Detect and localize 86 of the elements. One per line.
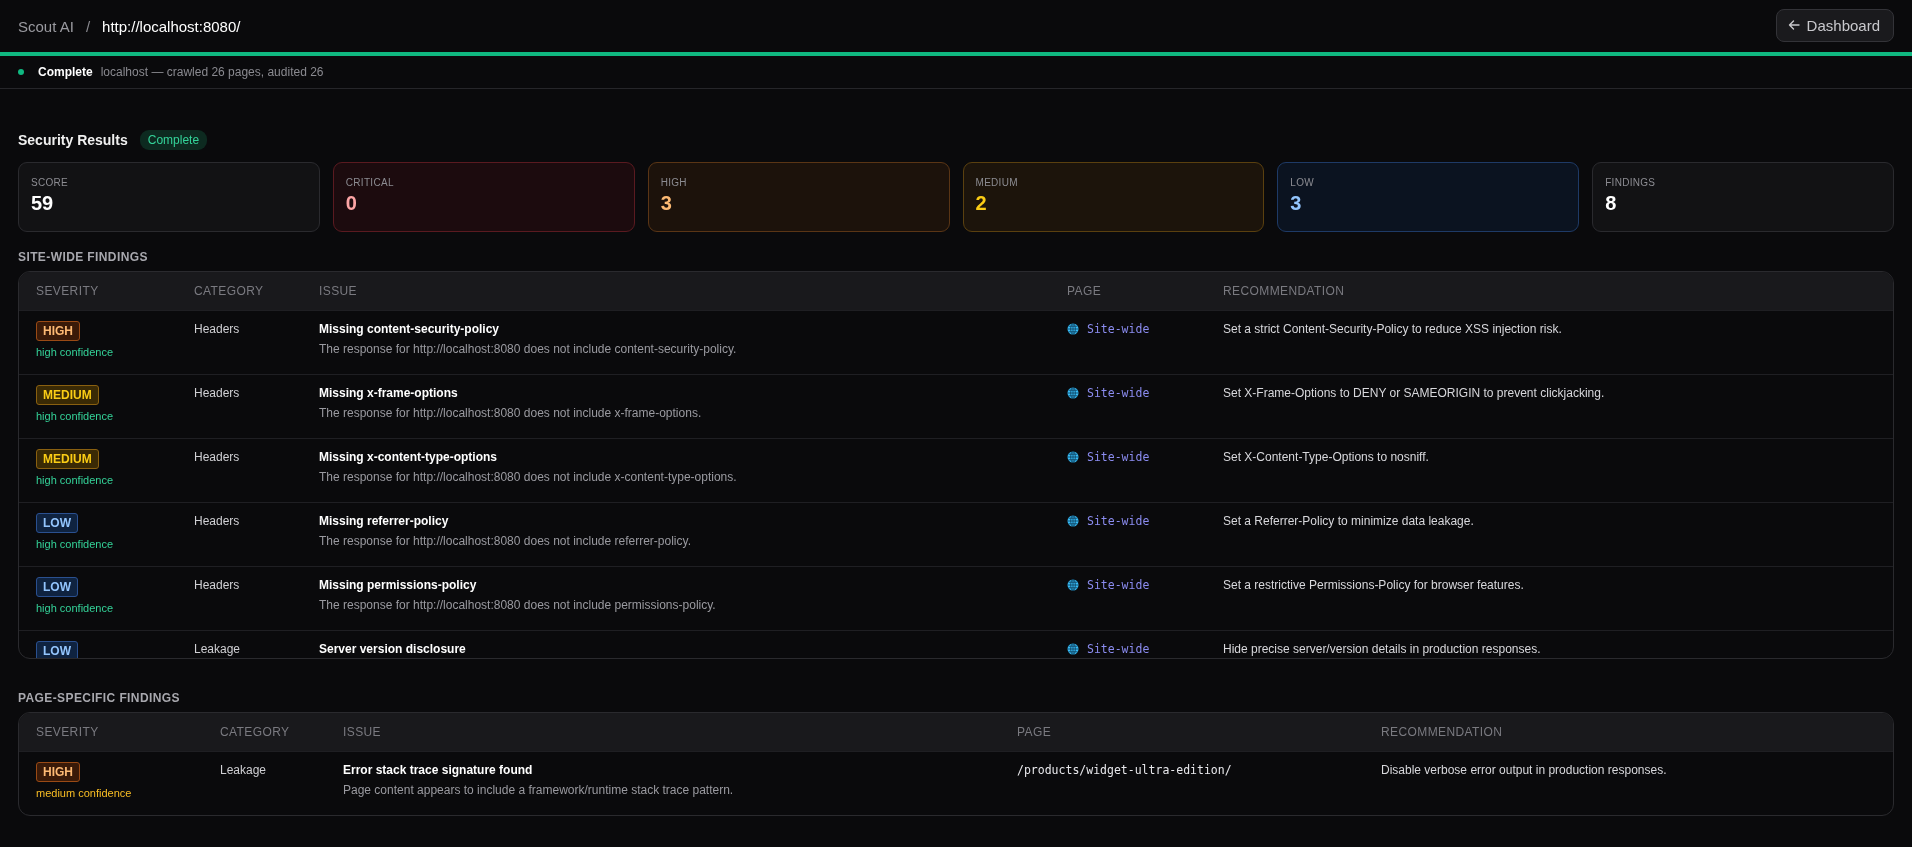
column-header: CATEGORY (194, 284, 265, 298)
stat-label: SCORE (31, 177, 70, 188)
category-text: Headers (194, 449, 241, 466)
issue-description: The response for http://localhost:8080 does not include x-frame-options. (319, 406, 703, 420)
recommendation-text: Set X-Frame-Options to DENY or SAMEORIGIN to prevent clickjacking. (1223, 385, 1606, 402)
page-link[interactable]: Site-wide (1087, 450, 1150, 464)
column-header: PAGE (1017, 725, 1053, 739)
globe-icon (1067, 451, 1079, 463)
column-header: SEVERITY (36, 725, 100, 739)
severity-badge: MEDIUM (36, 385, 99, 405)
confidence-label: high confidence (36, 346, 114, 358)
globe-icon (1067, 387, 1079, 399)
dashboard-button[interactable]: Dashboard (1775, 8, 1894, 42)
column-header: RECOMMENDATION (1223, 284, 1346, 298)
page-path: /products/widget-ultra-edition/ (1017, 763, 1232, 777)
stat-label: MEDIUM (975, 177, 1019, 188)
issue-title: Missing referrer-policy (319, 514, 450, 528)
recommendation-text: Hide precise server/version details in production responses. (1223, 641, 1542, 658)
category-text: Leakage (220, 762, 268, 779)
issue-title: Error stack trace signature found (343, 763, 534, 777)
recommendation-text: Set X-Content-Type-Options to nosniff. (1223, 449, 1430, 466)
issue-description: The response for http://localhost:8080 does not include permissions-policy. (319, 598, 717, 612)
section-title: Security Results (18, 132, 128, 148)
issue-title: Missing permissions-policy (319, 578, 478, 592)
severity-badge: LOW (36, 513, 78, 533)
app-name[interactable]: Scout AI (18, 17, 74, 35)
issue-title: Missing x-content-type-options (319, 450, 498, 464)
recommendation-text: Set a strict Content-Security-Policy to reduce XSS injection risk. (1223, 321, 1563, 338)
confidence-label: high confidence (36, 602, 114, 614)
column-header: CATEGORY (220, 725, 291, 739)
page-link[interactable]: Site-wide (1087, 514, 1150, 528)
stat-label: HIGH (660, 177, 688, 188)
issue-title: Server version disclosure (319, 642, 467, 656)
confidence-label: high confidence (36, 538, 114, 550)
category-text: Headers (194, 321, 241, 338)
section-heading: SITE-WIDE FINDINGS (18, 250, 149, 264)
confidence-label: high confidence (36, 410, 114, 422)
stat-label: LOW (1290, 177, 1315, 188)
issue-description: The response for http://localhost:8080 does not include referrer-policy. (319, 534, 692, 548)
globe-icon (1067, 643, 1079, 655)
column-header: ISSUE (343, 725, 382, 739)
category-text: Headers (194, 577, 241, 594)
stat-label: CRITICAL (345, 177, 395, 188)
issue-description: The response for http://localhost:8080 does not include x-content-type-options. (319, 470, 738, 484)
stat-value: 0 (345, 192, 358, 215)
category-text: Headers (194, 513, 241, 530)
status-badge: Complete (139, 130, 208, 150)
back-arrow-icon (1787, 19, 1800, 31)
recommendation-text: Disable verbose error output in production responses. (1381, 762, 1668, 779)
confidence-label: high confidence (36, 474, 114, 486)
stat-label: FINDINGS (1605, 177, 1657, 188)
confidence-label: medium confidence (36, 787, 132, 799)
page-link[interactable]: Site-wide (1087, 386, 1150, 400)
severity-badge: MEDIUM (36, 449, 99, 469)
stat-value: 59 (31, 192, 55, 215)
page-link[interactable]: Site-wide (1087, 578, 1150, 592)
site-url: http://localhost:8080/ (102, 17, 241, 35)
column-header: SEVERITY (36, 284, 100, 298)
page-link[interactable]: Site-wide (1087, 642, 1150, 656)
issue-title: Missing x-frame-options (319, 386, 459, 400)
issue-title: Missing content-security-policy (319, 322, 501, 336)
stat-value: 2 (975, 192, 988, 215)
severity-badge: LOW (36, 577, 78, 597)
stat-value: 3 (1290, 192, 1303, 215)
severity-badge: HIGH (36, 321, 80, 341)
severity-badge: LOW (36, 641, 78, 658)
status-detail: localhost — crawled 26 pages, audited 26 (100, 65, 324, 79)
page-link[interactable]: Site-wide (1087, 322, 1150, 336)
column-header: RECOMMENDATION (1381, 725, 1504, 739)
breadcrumb-separator: / (85, 17, 91, 35)
column-header: PAGE (1067, 284, 1103, 298)
issue-description: Page content appears to include a framework/runtime stack trace pattern. (343, 783, 735, 797)
stat-value: 3 (660, 192, 673, 215)
recommendation-text: Set a restrictive Permissions-Policy for browser features. (1223, 577, 1525, 594)
stat-value: 8 (1605, 192, 1618, 215)
severity-badge: HIGH (36, 762, 80, 782)
globe-icon (1067, 579, 1079, 591)
issue-description: The response for http://localhost:8080 does not include content-security-policy. (319, 342, 738, 356)
category-text: Headers (194, 385, 241, 402)
column-header: ISSUE (319, 284, 358, 298)
globe-icon (1067, 323, 1079, 335)
recommendation-text: Set a Referrer-Policy to minimize data leakage. (1223, 513, 1475, 530)
category-text: Leakage (194, 641, 242, 658)
globe-icon (1067, 515, 1079, 527)
status-label: Complete (38, 65, 93, 79)
section-heading: PAGE-SPECIFIC FINDINGS (18, 691, 181, 705)
